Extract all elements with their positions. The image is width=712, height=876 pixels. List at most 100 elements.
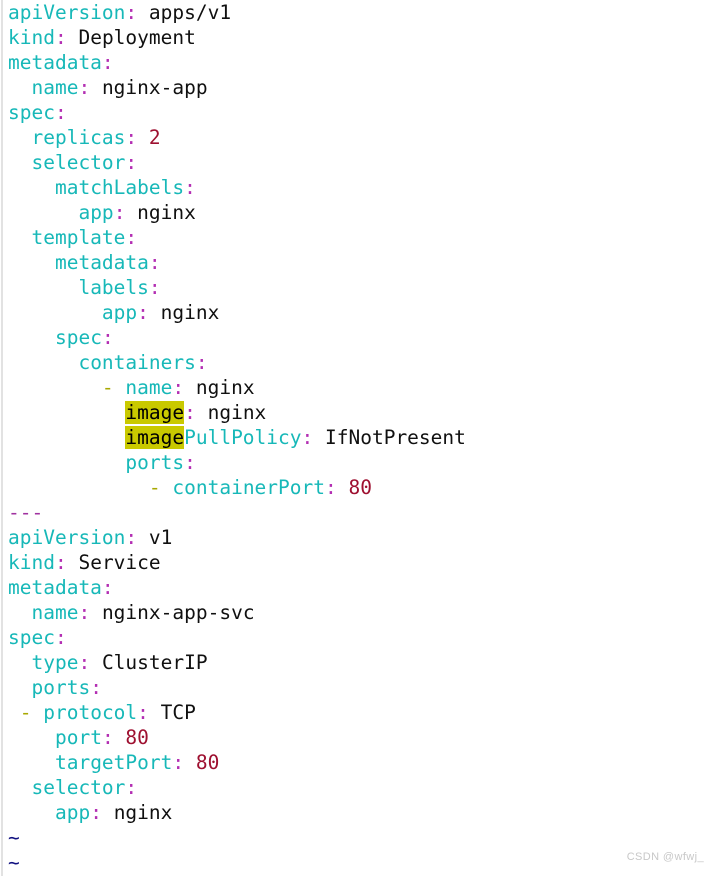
code-line[interactable]: targetPort: 80 — [8, 750, 708, 775]
yaml-list-dash: - — [19, 701, 32, 724]
code-line[interactable]: app: nginx — [8, 800, 708, 825]
code-line[interactable]: apiVersion: apps/v1 — [8, 0, 708, 25]
yaml-key: selector — [31, 151, 126, 174]
code-line[interactable]: metadata: — [8, 250, 708, 275]
yaml-key: metadata — [54, 251, 149, 274]
yaml-number: 2 — [137, 126, 161, 149]
yaml-number: 80 — [113, 726, 149, 749]
code-line[interactable]: spec: — [8, 625, 708, 650]
vim-empty-line-marker: ~ — [8, 851, 20, 874]
code-line[interactable]: template: — [8, 225, 708, 250]
code-line[interactable]: spec: — [8, 325, 708, 350]
yaml-key: spec — [8, 626, 55, 649]
yaml-colon: : — [125, 226, 138, 249]
yaml-key: name — [113, 376, 173, 399]
yaml-list-dash: - — [148, 476, 161, 499]
code-line[interactable]: ~ — [8, 825, 708, 850]
code-line[interactable]: kind: Deployment — [8, 25, 708, 50]
code-line[interactable]: app: nginx — [8, 200, 708, 225]
yaml-key: labels — [78, 276, 149, 299]
yaml-colon: : — [90, 801, 102, 824]
code-line[interactable]: image: nginx — [8, 400, 708, 425]
yaml-colon: : — [101, 51, 114, 74]
code-line[interactable]: - protocol: TCP — [8, 700, 708, 725]
yaml-colon: : — [125, 526, 138, 549]
code-line[interactable]: kind: Service — [8, 550, 708, 575]
code-line[interactable]: ports: — [8, 450, 708, 475]
yaml-value: nginx — [184, 376, 255, 399]
code-line[interactable]: --- — [8, 500, 708, 525]
yaml-colon: : — [78, 651, 91, 674]
code-line[interactable]: imagePullPolicy: IfNotPresent — [8, 425, 708, 450]
yaml-key: name — [31, 601, 79, 624]
yaml-colon: : — [184, 401, 196, 424]
search-highlight-match: image — [125, 401, 185, 424]
yaml-key: kind — [8, 551, 55, 574]
code-line[interactable]: matchLabels: — [8, 175, 708, 200]
yaml-document-separator: --- — [8, 501, 44, 524]
yaml-value: nginx-app-svc — [90, 601, 255, 624]
yaml-key: spec — [54, 326, 102, 349]
yaml-colon: : — [148, 276, 161, 299]
yaml-colon: : — [325, 476, 337, 499]
yaml-key: app — [54, 801, 91, 824]
yaml-list-dash: - — [101, 376, 114, 399]
yaml-key: containerPort — [160, 476, 326, 499]
yaml-key: name — [31, 76, 79, 99]
code-line[interactable]: port: 80 — [8, 725, 708, 750]
code-line[interactable]: containers: — [8, 350, 708, 375]
yaml-colon: : — [125, 776, 138, 799]
code-line[interactable]: spec: — [8, 100, 708, 125]
yaml-value: IfNotPresent — [313, 426, 466, 449]
code-line[interactable]: type: ClusterIP — [8, 650, 708, 675]
code-line[interactable]: - containerPort: 80 — [8, 475, 708, 500]
yaml-colon: : — [195, 351, 208, 374]
yaml-value: Deployment — [66, 26, 196, 49]
code-line[interactable]: ports: — [8, 675, 708, 700]
code-text-area[interactable]: apiVersion: apps/v1 kind: Deployment metad… — [8, 0, 708, 875]
vim-editor-window[interactable]: apiVersion: apps/v1 kind: Deployment metad… — [0, 0, 712, 876]
yaml-value: v1 — [137, 526, 173, 549]
yaml-value: nginx — [148, 301, 220, 324]
yaml-key: replicas — [31, 126, 126, 149]
yaml-key: selector — [31, 776, 126, 799]
code-line[interactable]: apiVersion: v1 — [8, 525, 708, 550]
code-line[interactable]: metadata: — [8, 50, 708, 75]
yaml-colon: : — [125, 126, 138, 149]
code-line[interactable]: replicas: 2 — [8, 125, 708, 150]
code-line[interactable]: - name: nginx — [8, 375, 708, 400]
yaml-colon: : — [54, 551, 67, 574]
yaml-colon: : — [137, 701, 149, 724]
yaml-colon: : — [101, 576, 114, 599]
code-line[interactable]: name: nginx-app — [8, 75, 708, 100]
code-line[interactable]: selector: — [8, 775, 708, 800]
code-line[interactable]: labels: — [8, 275, 708, 300]
yaml-key: kind — [8, 26, 55, 49]
code-line[interactable]: ~ — [8, 850, 708, 875]
code-line[interactable]: metadata: — [8, 575, 708, 600]
yaml-key: app — [101, 301, 138, 324]
yaml-key: apiVersion — [8, 1, 126, 24]
yaml-colon: : — [148, 251, 161, 274]
code-line[interactable]: name: nginx-app-svc — [8, 600, 708, 625]
yaml-key: containers — [78, 351, 196, 374]
yaml-key: metadata — [8, 51, 102, 74]
csdn-watermark: CSDN @wfwj_ — [626, 851, 704, 863]
yaml-colon: : — [101, 326, 114, 349]
vim-empty-line-marker: ~ — [8, 826, 20, 849]
yaml-colon: : — [125, 151, 138, 174]
code-line[interactable]: selector: — [8, 150, 708, 175]
code-line[interactable]: app: nginx — [8, 300, 708, 325]
